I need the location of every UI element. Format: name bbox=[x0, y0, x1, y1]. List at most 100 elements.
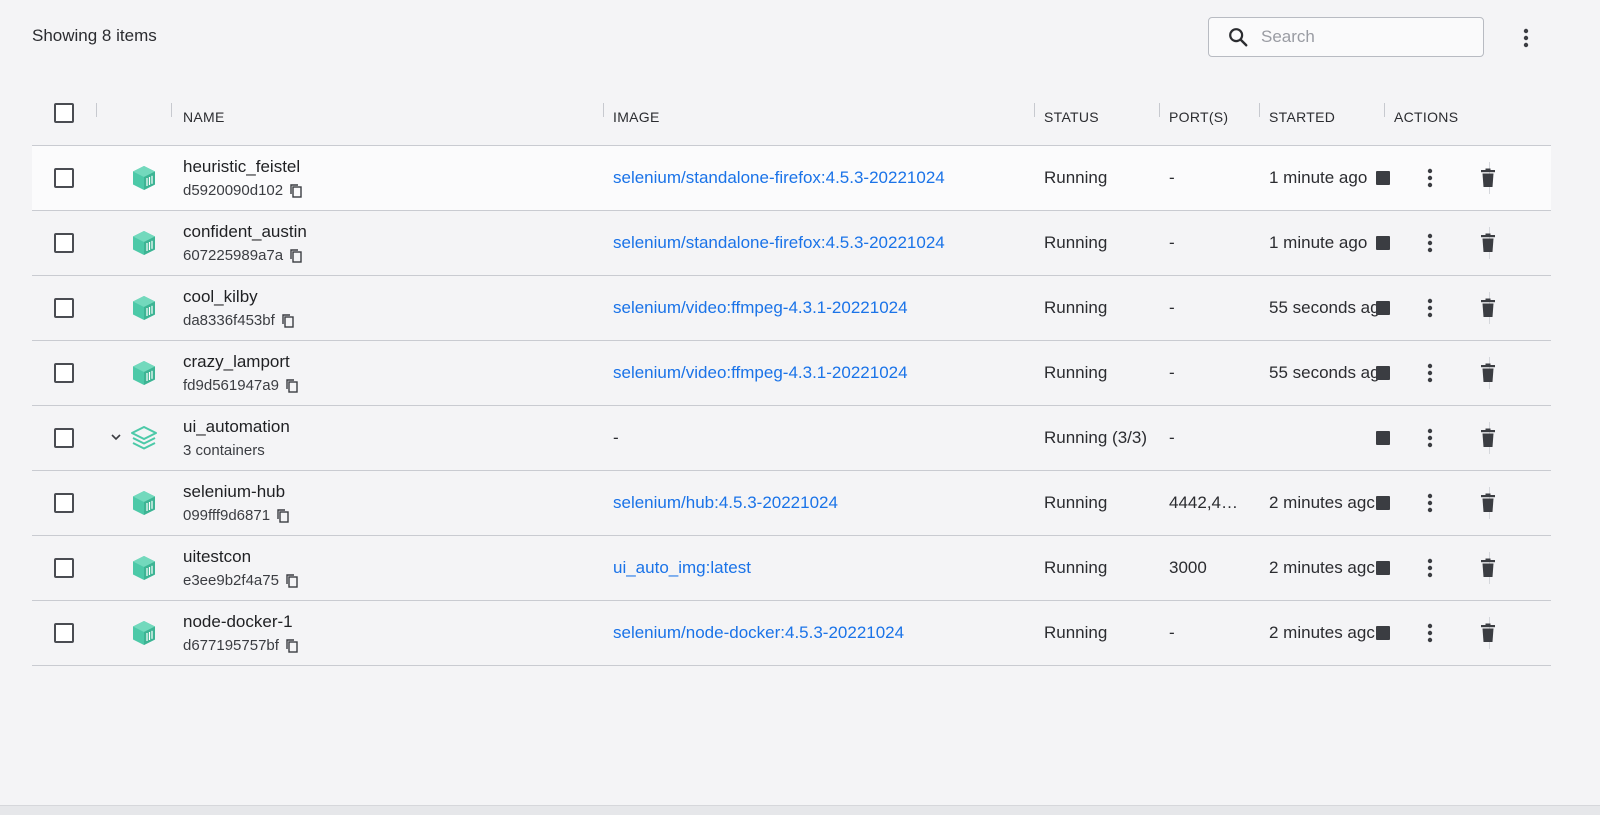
stack-layers-icon bbox=[131, 426, 157, 450]
table-row[interactable]: cool_kilby da8336f453bf selenium/video:ffm… bbox=[32, 276, 1551, 341]
delete-button[interactable] bbox=[1476, 556, 1500, 580]
row-more-button[interactable] bbox=[1418, 231, 1442, 255]
row-name[interactable]: uitestcon bbox=[183, 547, 251, 567]
table-row[interactable]: heuristic_feistel d5920090d102 selenium/st… bbox=[32, 146, 1551, 211]
container-cube-icon bbox=[133, 296, 155, 320]
delete-button[interactable] bbox=[1476, 491, 1500, 515]
table-row[interactable]: uitestcon e3ee9b2f4a75 ui_auto_img:latest R… bbox=[32, 536, 1551, 601]
column-separator[interactable] bbox=[1259, 103, 1260, 117]
row-image[interactable]: selenium/node-docker:4.5.3-20221024 bbox=[613, 623, 1033, 643]
table-row[interactable]: confident_austin 607225989a7a selenium/sta… bbox=[32, 211, 1551, 276]
row-subtitle: fd9d561947a9 bbox=[183, 377, 299, 394]
row-checkbox[interactable] bbox=[54, 233, 74, 253]
container-cube-icon bbox=[133, 361, 155, 385]
column-header-status[interactable]: STATUS bbox=[1044, 88, 1099, 146]
row-image[interactable]: selenium/standalone-firefox:4.5.3-202210… bbox=[613, 233, 1033, 253]
row-image[interactable]: selenium/video:ffmpeg-4.3.1-20221024 bbox=[613, 363, 1033, 383]
delete-button[interactable] bbox=[1476, 296, 1500, 320]
row-more-button[interactable] bbox=[1418, 296, 1442, 320]
stop-button[interactable] bbox=[1371, 556, 1395, 580]
copy-id-button[interactable] bbox=[289, 248, 303, 264]
row-checkbox[interactable] bbox=[54, 298, 74, 318]
row-checkbox[interactable] bbox=[54, 493, 74, 513]
column-separator[interactable] bbox=[1384, 103, 1385, 117]
row-ports: - bbox=[1169, 623, 1175, 642]
delete-button[interactable] bbox=[1476, 166, 1500, 190]
copy-id-button[interactable] bbox=[289, 183, 303, 199]
stop-button[interactable] bbox=[1371, 296, 1395, 320]
select-all-checkbox[interactable] bbox=[54, 103, 74, 123]
column-separator[interactable] bbox=[1159, 103, 1160, 117]
more-options-button[interactable] bbox=[1515, 24, 1537, 52]
row-image[interactable]: selenium/hub:4.5.3-20221024 bbox=[613, 493, 1033, 513]
row-started: 2 minutes agc bbox=[1269, 558, 1375, 577]
copy-id-button[interactable] bbox=[281, 313, 295, 329]
stop-button[interactable] bbox=[1371, 361, 1395, 385]
delete-button[interactable] bbox=[1476, 621, 1500, 645]
table-row[interactable]: selenium-hub 099fff9d6871 selenium/hub:4.5… bbox=[32, 471, 1551, 536]
copy-id-button[interactable] bbox=[285, 378, 299, 394]
row-more-button[interactable] bbox=[1418, 491, 1442, 515]
row-ports[interactable]: 4442,4… bbox=[1169, 493, 1255, 513]
row-id: da8336f453bf bbox=[183, 312, 275, 329]
expand-toggle-button[interactable] bbox=[110, 430, 122, 448]
row-name[interactable]: ui_automation bbox=[183, 417, 290, 437]
stop-button[interactable] bbox=[1371, 491, 1395, 515]
table-row[interactable]: node-docker-1 d677195757bf selenium/node-d… bbox=[32, 601, 1551, 666]
row-checkbox[interactable] bbox=[54, 168, 74, 188]
row-name[interactable]: confident_austin bbox=[183, 222, 307, 242]
row-ports[interactable]: 3000 bbox=[1169, 558, 1255, 578]
kebab-menu-icon bbox=[1427, 233, 1433, 253]
row-name[interactable]: node-docker-1 bbox=[183, 612, 293, 632]
stop-button[interactable] bbox=[1371, 166, 1395, 190]
row-more-button[interactable] bbox=[1418, 166, 1442, 190]
column-header-image[interactable]: IMAGE bbox=[613, 88, 660, 146]
row-subtitle: d677195757bf bbox=[183, 637, 299, 654]
row-checkbox[interactable] bbox=[54, 363, 74, 383]
column-separator[interactable] bbox=[171, 103, 172, 117]
copy-id-button[interactable] bbox=[285, 573, 299, 589]
compose-group-row[interactable]: ui_automation 3 containers - Running (3/3) - bbox=[32, 406, 1551, 471]
row-more-button[interactable] bbox=[1418, 621, 1442, 645]
row-type-icon bbox=[130, 294, 158, 327]
column-separator[interactable] bbox=[1034, 103, 1035, 117]
search-input[interactable] bbox=[1261, 27, 1461, 47]
column-separator[interactable] bbox=[96, 103, 97, 117]
kebab-menu-icon bbox=[1427, 298, 1433, 318]
delete-button[interactable] bbox=[1476, 426, 1500, 450]
row-name[interactable]: heuristic_feistel bbox=[183, 157, 300, 177]
copy-icon bbox=[286, 638, 298, 653]
column-separator[interactable] bbox=[603, 103, 604, 117]
row-type-icon bbox=[130, 164, 158, 197]
copy-icon bbox=[277, 508, 289, 523]
row-checkbox[interactable] bbox=[54, 428, 74, 448]
row-image[interactable]: ui_auto_img:latest bbox=[613, 558, 1033, 578]
row-name[interactable]: cool_kilby bbox=[183, 287, 258, 307]
column-header-ports[interactable]: PORT(S) bbox=[1169, 88, 1228, 146]
delete-button[interactable] bbox=[1476, 361, 1500, 385]
row-name[interactable]: selenium-hub bbox=[183, 482, 285, 502]
row-status: Running bbox=[1044, 558, 1108, 577]
copy-id-button[interactable] bbox=[285, 638, 299, 654]
copy-id-button[interactable] bbox=[276, 508, 290, 524]
table-row[interactable]: crazy_lamport fd9d561947a9 selenium/video:… bbox=[32, 341, 1551, 406]
row-checkbox[interactable] bbox=[54, 623, 74, 643]
column-header-name[interactable]: NAME bbox=[183, 88, 225, 146]
row-checkbox[interactable] bbox=[54, 558, 74, 578]
row-more-button[interactable] bbox=[1418, 426, 1442, 450]
row-more-button[interactable] bbox=[1418, 556, 1442, 580]
row-more-button[interactable] bbox=[1418, 361, 1442, 385]
delete-button[interactable] bbox=[1476, 231, 1500, 255]
row-image[interactable]: selenium/standalone-firefox:4.5.3-202210… bbox=[613, 168, 1033, 188]
row-image[interactable]: selenium/video:ffmpeg-4.3.1-20221024 bbox=[613, 298, 1033, 318]
stop-button[interactable] bbox=[1371, 231, 1395, 255]
stop-button[interactable] bbox=[1371, 426, 1395, 450]
search-box[interactable] bbox=[1208, 17, 1484, 57]
copy-icon bbox=[282, 313, 294, 328]
column-header-started[interactable]: STARTED bbox=[1269, 88, 1335, 146]
kebab-menu-icon bbox=[1427, 623, 1433, 643]
stop-button[interactable] bbox=[1371, 621, 1395, 645]
status-bar bbox=[0, 805, 1600, 815]
item-count-label: Showing 8 items bbox=[32, 26, 157, 45]
row-name[interactable]: crazy_lamport bbox=[183, 352, 290, 372]
